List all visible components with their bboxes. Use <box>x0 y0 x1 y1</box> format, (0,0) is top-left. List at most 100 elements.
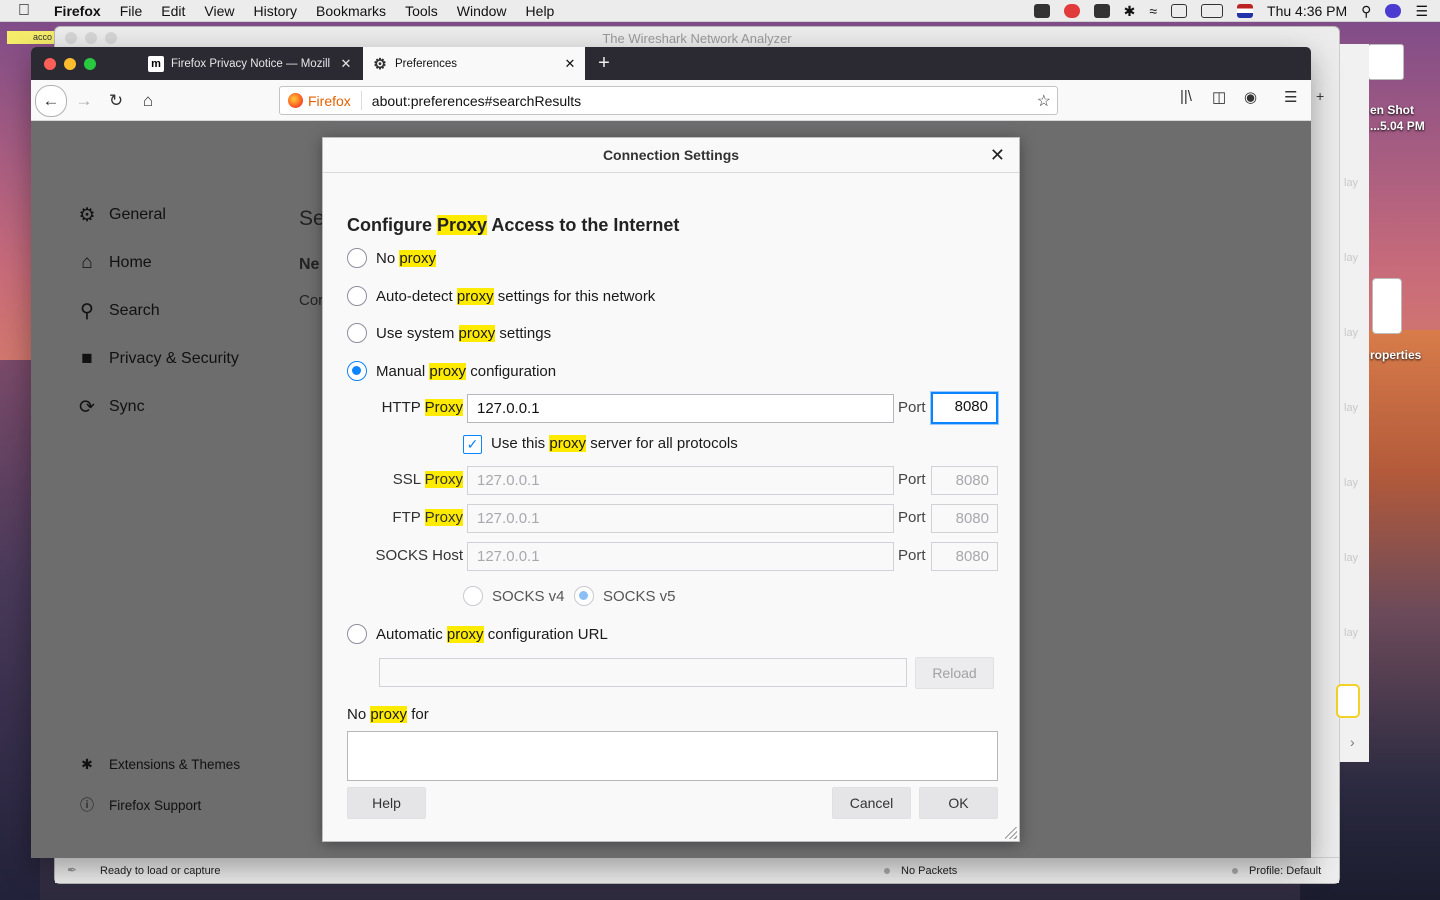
tab-privacy-notice[interactable]: m Firefox Privacy Notice — Mozill ✕ <box>139 47 361 80</box>
finder-search-field[interactable] <box>1336 684 1360 718</box>
radio-auto-detect[interactable]: Auto-detect proxy settings for this netw… <box>347 286 655 306</box>
airplay-icon[interactable] <box>1171 4 1188 18</box>
auto-config-url-input[interactable] <box>379 658 907 687</box>
radio-no-proxy[interactable]: No proxy <box>347 248 437 268</box>
notification-center-icon[interactable]: ☰ <box>1415 3 1428 20</box>
radio-manual-proxy[interactable]: Manual proxy configuration <box>347 361 556 381</box>
use-all-protocols-checkbox[interactable]: ✓ <box>463 435 482 454</box>
menu-help[interactable]: Help <box>526 3 555 19</box>
window-close-button[interactable] <box>44 58 56 70</box>
battery-icon[interactable] <box>1201 4 1224 18</box>
status-app-icon[interactable] <box>1033 4 1050 18</box>
tab-close-icon[interactable]: ✕ <box>563 56 577 72</box>
sidebar-item-support[interactable]: ⓘ Firefox Support <box>79 795 201 815</box>
radio-button[interactable] <box>463 586 483 606</box>
identity-box[interactable]: Firefox <box>280 91 362 110</box>
sidebar-item-extensions[interactable]: ✱ Extensions & Themes <box>79 756 240 773</box>
help-icon: ⓘ <box>80 797 94 813</box>
menu-history[interactable]: History <box>253 3 297 19</box>
url-bar[interactable]: Firefox about:preferences#searchResults … <box>279 86 1058 115</box>
library-icon[interactable]: ||\ <box>1180 88 1192 105</box>
status-edit-icon[interactable]: ✒ <box>67 863 77 877</box>
sidebar-item-home[interactable]: ⌂ Home <box>76 252 151 274</box>
http-port-input[interactable]: 8080 <box>931 392 998 424</box>
sidebar-item-sync[interactable]: ⟳ Sync <box>76 396 145 418</box>
radio-button[interactable] <box>347 323 367 343</box>
home-button[interactable]: ⌂ <box>133 86 163 116</box>
radio-button[interactable] <box>347 286 367 306</box>
menu-view[interactable]: View <box>204 3 234 19</box>
radio-socks-v4[interactable]: SOCKS v4 <box>463 586 565 606</box>
menu-tools[interactable]: Tools <box>405 3 438 19</box>
sticky-note[interactable]: acco <box>7 31 57 44</box>
lock-icon: ■ <box>81 348 93 369</box>
sidebar-item-general[interactable]: ⚙ General <box>76 204 165 226</box>
radio-button[interactable] <box>347 248 367 268</box>
forward-button[interactable]: → <box>69 86 99 116</box>
wifi-icon[interactable]: ≈ <box>1149 3 1157 19</box>
sidebar-icon[interactable]: ◫ <box>1212 88 1226 106</box>
desktop-screenshot-thumbnail[interactable] <box>1368 44 1404 80</box>
cancel-button[interactable]: Cancel <box>832 787 911 819</box>
siri-icon[interactable] <box>1385 4 1402 18</box>
ssl-proxy-input[interactable]: 127.0.0.1 <box>467 466 894 495</box>
input-source-flag-icon[interactable] <box>1237 4 1254 18</box>
status-ready-text: Ready to load or capture <box>100 865 221 877</box>
reload-button[interactable]: Reload <box>915 657 994 689</box>
ftp-port-input[interactable]: 8080 <box>931 504 998 533</box>
ok-button[interactable]: OK <box>919 787 998 819</box>
http-proxy-input[interactable]: 127.0.0.1 <box>467 394 894 423</box>
menu-edit[interactable]: Edit <box>161 3 185 19</box>
url-text[interactable]: about:preferences#searchResults <box>372 93 1037 109</box>
sidebar-item-privacy[interactable]: ■ Privacy & Security <box>76 348 239 370</box>
desktop-document-icon[interactable] <box>1372 278 1402 334</box>
bookmark-star-icon[interactable]: ☆ <box>1037 91 1051 111</box>
menubar-clock[interactable]: Thu 4:36 PM <box>1267 3 1347 19</box>
window-zoom-button[interactable] <box>84 58 96 70</box>
tab-title: Preferences <box>395 57 458 70</box>
http-port-label: Port <box>898 399 926 416</box>
chevron-right-icon[interactable]: › <box>1350 734 1355 750</box>
menu-window[interactable]: Window <box>457 3 507 19</box>
status-profile-text[interactable]: Profile: Default <box>1249 865 1321 877</box>
hamburger-menu-icon[interactable]: ☰ <box>1284 88 1297 106</box>
radio-system-proxy[interactable]: Use system proxy settings <box>347 323 551 343</box>
sidebar-item-search[interactable]: ⚲ Search <box>76 300 160 322</box>
tab-close-icon[interactable]: ✕ <box>339 56 353 72</box>
socks-port-input[interactable]: 8080 <box>931 542 998 571</box>
tab-preferences[interactable]: ⚙ Preferences ✕ <box>363 47 585 80</box>
help-button[interactable]: Help <box>347 787 426 819</box>
menubar-status-area: ✱ ≈ Thu 4:36 PM ⚲ ☰ <box>1033 0 1428 22</box>
puzzle-icon: ✱ <box>81 756 93 772</box>
menu-file[interactable]: File <box>120 3 143 19</box>
menu-bookmarks[interactable]: Bookmarks <box>316 3 386 19</box>
account-icon[interactable]: ◉ <box>1244 88 1257 106</box>
preferences-content-dimmed: ⚙ General ⌂ Home ⚲ Search ■ Privacy & Se… <box>31 121 1311 858</box>
radio-button[interactable] <box>347 624 367 644</box>
sidebar-item-label: Firefox Support <box>109 797 202 813</box>
docker-icon[interactable] <box>1093 4 1110 18</box>
resize-grip-icon[interactable] <box>1005 827 1017 839</box>
radio-button-selected[interactable] <box>347 361 367 381</box>
radio-socks-v5[interactable]: SOCKS v5 <box>574 586 676 606</box>
new-tab-button[interactable]: + <box>592 51 616 75</box>
no-proxy-for-textarea[interactable] <box>347 731 998 781</box>
back-button[interactable]: ← <box>35 85 67 117</box>
menu-app[interactable]: Firefox <box>54 3 101 19</box>
spotlight-search-icon[interactable]: ⚲ <box>1361 3 1371 20</box>
notification-badge-icon[interactable] <box>1063 4 1080 18</box>
socks-host-input[interactable]: 127.0.0.1 <box>467 542 894 571</box>
apple-icon[interactable]:  <box>18 2 38 20</box>
window-minimize-button[interactable] <box>64 58 76 70</box>
close-icon[interactable]: ✕ <box>990 138 1005 173</box>
section-heading-fragment: Ne <box>299 256 320 273</box>
ssl-port-input[interactable]: 8080 <box>931 466 998 495</box>
bluetooth-icon[interactable]: ✱ <box>1124 3 1136 20</box>
radio-button-selected[interactable] <box>574 586 594 606</box>
reload-button[interactable]: ↻ <box>101 86 131 116</box>
ftp-proxy-input[interactable]: 127.0.0.1 <box>467 504 894 533</box>
overflow-plus-icon[interactable]: + <box>1316 88 1324 104</box>
socks-port-label: Port <box>898 547 926 564</box>
tab-strip: m Firefox Privacy Notice — Mozill ✕ ⚙ Pr… <box>31 47 1311 80</box>
radio-auto-config-url[interactable]: Automatic proxy configuration URL <box>347 624 608 644</box>
